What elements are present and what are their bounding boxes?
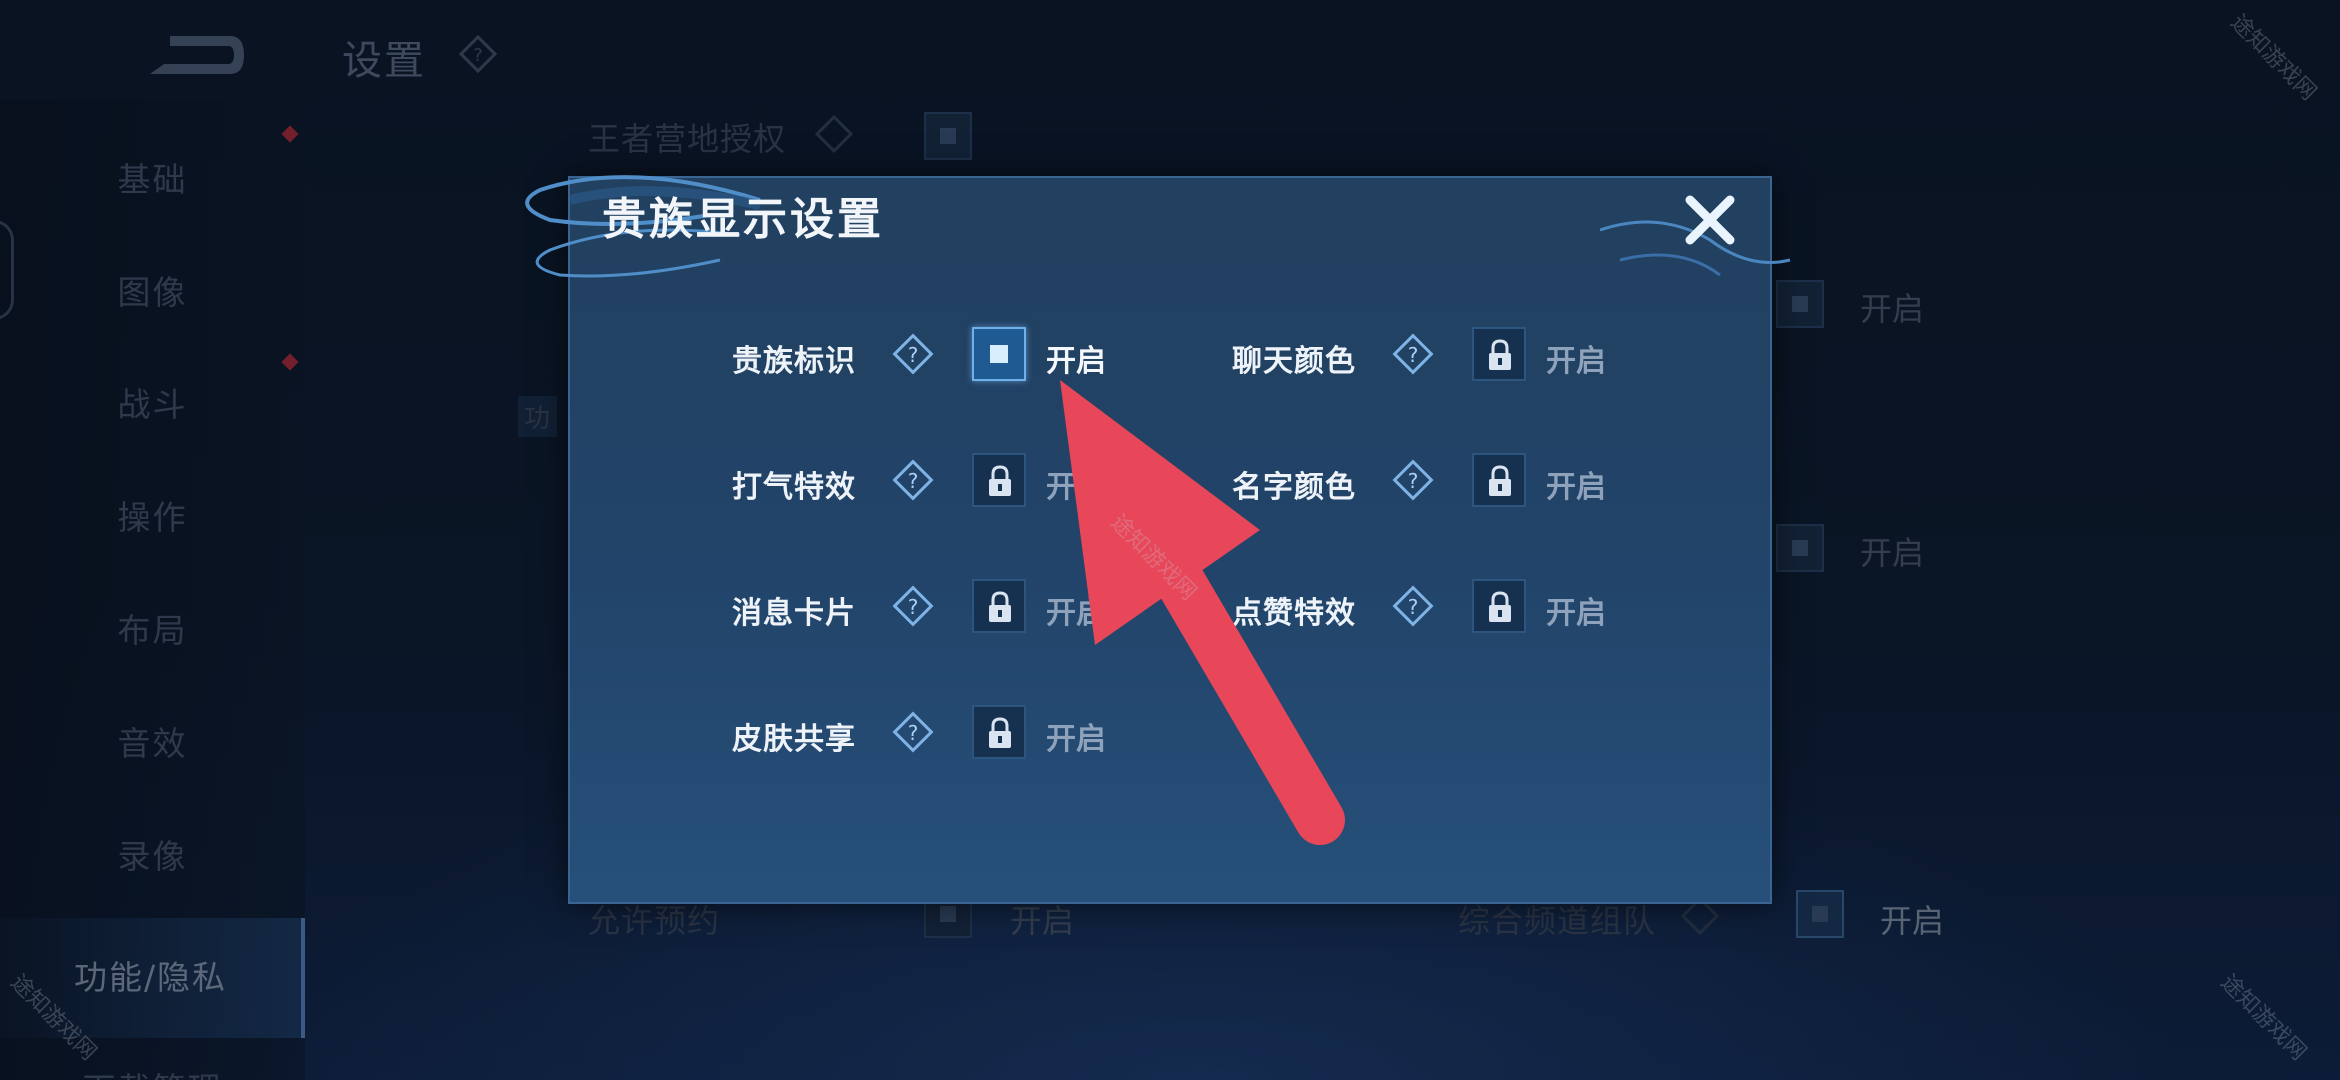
option-label-cheer-effect: 打气特效 (732, 470, 856, 505)
settings-screen: 设置 ? 基础 图像 战斗 操作 布局 音效 录像 功能/隐私 下载管理 王者营… (0, 0, 2340, 1080)
lock-icon (1489, 339, 1511, 370)
chat-color-checkbox[interactable] (1472, 327, 1526, 381)
option-label-chat-color: 聊天颜色 (1232, 344, 1356, 379)
checkbox-checked-indicator (990, 345, 1008, 363)
option-label-noble-badge: 贵族标识 (732, 344, 856, 379)
option-label-skin-share: 皮肤共享 (732, 722, 856, 757)
option-state: 开启 (1546, 344, 1606, 379)
svg-text:?: ? (908, 469, 919, 493)
option-state: 开启 (1546, 596, 1606, 631)
svg-text:?: ? (1408, 595, 1419, 619)
svg-text:?: ? (908, 721, 919, 745)
help-icon[interactable]: ? (890, 583, 936, 629)
name-color-checkbox[interactable] (1472, 453, 1526, 507)
lock-icon (989, 465, 1011, 496)
help-icon[interactable]: ? (890, 457, 936, 503)
lock-icon (989, 591, 1011, 622)
dialog-title: 贵族显示设置 (602, 194, 884, 245)
help-icon[interactable]: ? (890, 331, 936, 377)
skin-share-checkbox[interactable] (972, 705, 1026, 759)
help-icon[interactable]: ? (1390, 331, 1436, 377)
option-state: 开启 (1546, 470, 1606, 505)
option-state: 开启 (1046, 344, 1106, 379)
close-icon[interactable] (1680, 190, 1740, 250)
lock-icon (989, 717, 1011, 748)
help-icon[interactable]: ? (1390, 457, 1436, 503)
lock-icon (1489, 591, 1511, 622)
help-icon[interactable]: ? (890, 709, 936, 755)
like-effect-checkbox[interactable] (1472, 579, 1526, 633)
annotation-arrow (1060, 380, 1345, 845)
svg-text:?: ? (908, 343, 919, 367)
cheer-effect-checkbox[interactable] (972, 453, 1026, 507)
svg-text:?: ? (1408, 469, 1419, 493)
message-card-checkbox[interactable] (972, 579, 1026, 633)
help-icon[interactable]: ? (1390, 583, 1436, 629)
option-label-message-card: 消息卡片 (732, 596, 856, 631)
svg-text:?: ? (1408, 343, 1419, 367)
svg-text:?: ? (908, 595, 919, 619)
lock-icon (1489, 465, 1511, 496)
noble-badge-checkbox[interactable] (972, 327, 1026, 381)
